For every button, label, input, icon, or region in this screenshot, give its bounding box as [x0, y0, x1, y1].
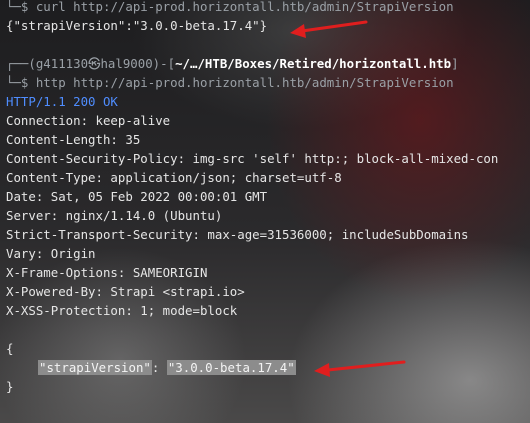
curl-json-output: {"strapiVersion":"3.0.0-beta.17.4"}	[6, 18, 268, 33]
http-command: http http://api-prod.horizontall.htb/adm…	[35, 75, 454, 90]
prompt-open: ┌──(	[6, 56, 36, 71]
prompt-path: ~/…/HTB/Boxes/Retired/horizontall.htb	[175, 56, 452, 71]
shell-prompt: ┌──(g411130㉿hal9000)-[~/…/HTB/Boxes/Reti…	[6, 54, 459, 73]
terminal-window[interactable]: └─$ curl http://api-prod.horizontall.htb…	[0, 0, 530, 423]
header-line: Connection: keep-alive	[6, 113, 171, 128]
status-line: HTTP/1.1 200 OK	[6, 92, 118, 111]
http-command-line: └─$ http http://api-prod.horizontall.htb…	[6, 73, 454, 92]
curl-command-line: └─$ curl http://api-prod.horizontall.htb…	[6, 0, 454, 16]
prompt-user: g411130	[35, 56, 89, 71]
header-line: Vary: Origin	[6, 246, 96, 261]
header-line: Content-Type: application/json; charset=…	[6, 170, 342, 185]
prompt-mid: )-[	[152, 56, 176, 71]
json-key: "strapiVersion"	[38, 360, 152, 375]
prompt-at: ㉿	[88, 56, 101, 71]
prompt-close: ]	[451, 56, 459, 71]
header-line: Date: Sat, 05 Feb 2022 00:00:01 GMT	[6, 189, 268, 204]
json-pair: "strapiVersion": "3.0.0-beta.17.4"	[38, 358, 296, 377]
prompt-host: hal9000	[100, 56, 153, 71]
http-status: HTTP/1.1 200 OK	[6, 94, 118, 109]
prompt-prefix: └─$	[6, 75, 36, 90]
header-line: Server: nginx/1.14.0 (Ubuntu)	[6, 208, 223, 223]
json-colon: :	[151, 360, 160, 375]
header-line: X-Powered-By: Strapi <strapi.io>	[6, 284, 245, 299]
header-line: X-XSS-Protection: 1; mode=block	[6, 303, 238, 318]
header-line: Content-Security-Policy: img-src 'self' …	[6, 151, 499, 166]
header-line: Strict-Transport-Security: max-age=31536…	[6, 227, 469, 242]
json-close-brace: }	[6, 379, 14, 394]
header-line: Content-Length: 35	[6, 132, 141, 147]
annotation-arrow-icon	[314, 360, 406, 377]
header-line: X-Frame-Options: SAMEORIGIN	[6, 265, 208, 280]
annotation-arrow-icon	[290, 20, 368, 38]
curl-command: curl http://api-prod.horizontall.htb/adm…	[35, 0, 454, 14]
prompt-prefix: └─$	[6, 0, 36, 14]
json-open-brace: {	[6, 341, 14, 356]
json-value: "3.0.0-beta.17.4"	[166, 360, 296, 375]
